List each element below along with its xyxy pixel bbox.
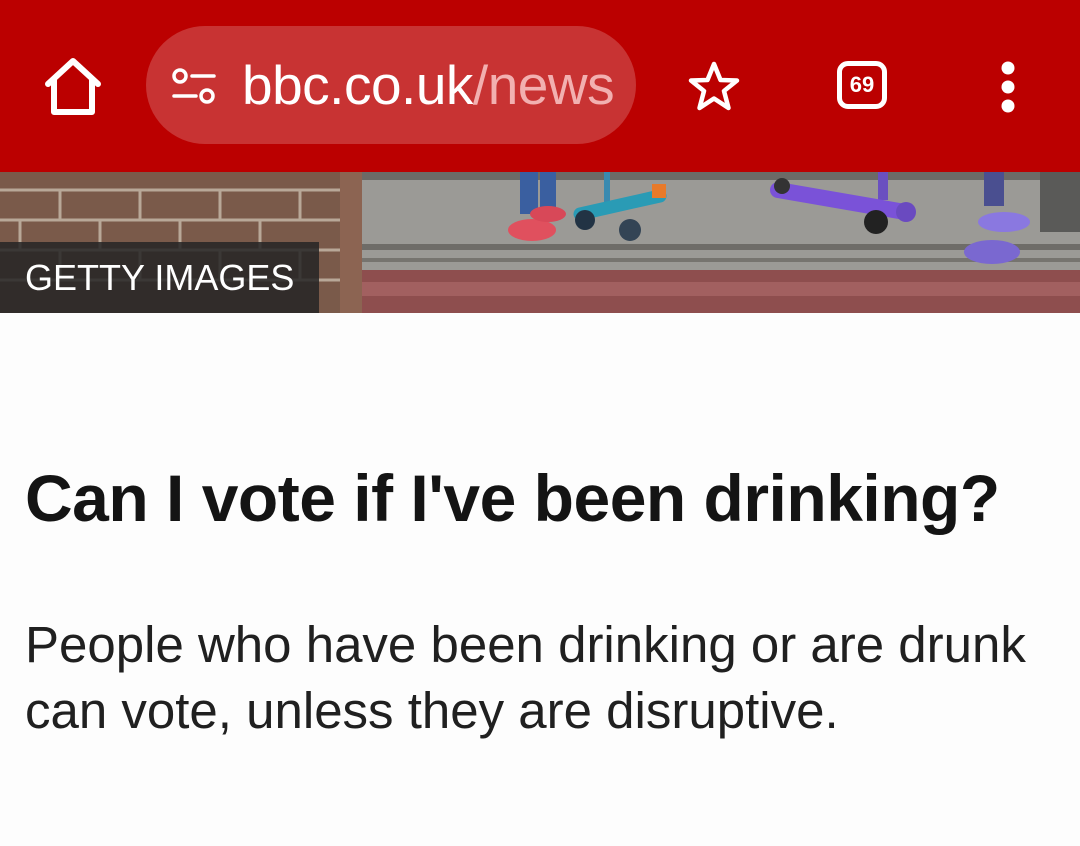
more-menu-button[interactable] (990, 58, 1026, 118)
article-headline: Can I vote if I've been drinking? (25, 461, 1000, 535)
tab-count: 69 (849, 72, 875, 97)
url-domain: bbc.co.uk (242, 54, 473, 116)
bookmark-button[interactable] (684, 58, 744, 118)
image-credit: GETTY IMAGES (0, 242, 320, 313)
tab-switcher-button[interactable]: 69 (837, 61, 887, 109)
url-path: /news (472, 54, 615, 116)
address-bar[interactable]: bbc.co.uk/news (146, 26, 636, 144)
home-icon (45, 58, 101, 115)
url-text[interactable]: bbc.co.uk/news (242, 52, 622, 118)
site-settings-icon[interactable] (170, 68, 218, 104)
home-button[interactable] (38, 52, 108, 122)
star-icon (688, 61, 740, 111)
article-summary: People who have been drinking or are dru… (25, 616, 1026, 739)
more-vert-icon (1001, 61, 1015, 113)
browser-toolbar: bbc.co.uk/news 69 (0, 0, 1080, 172)
hero-image: GETTY IMAGES (0, 172, 1080, 313)
